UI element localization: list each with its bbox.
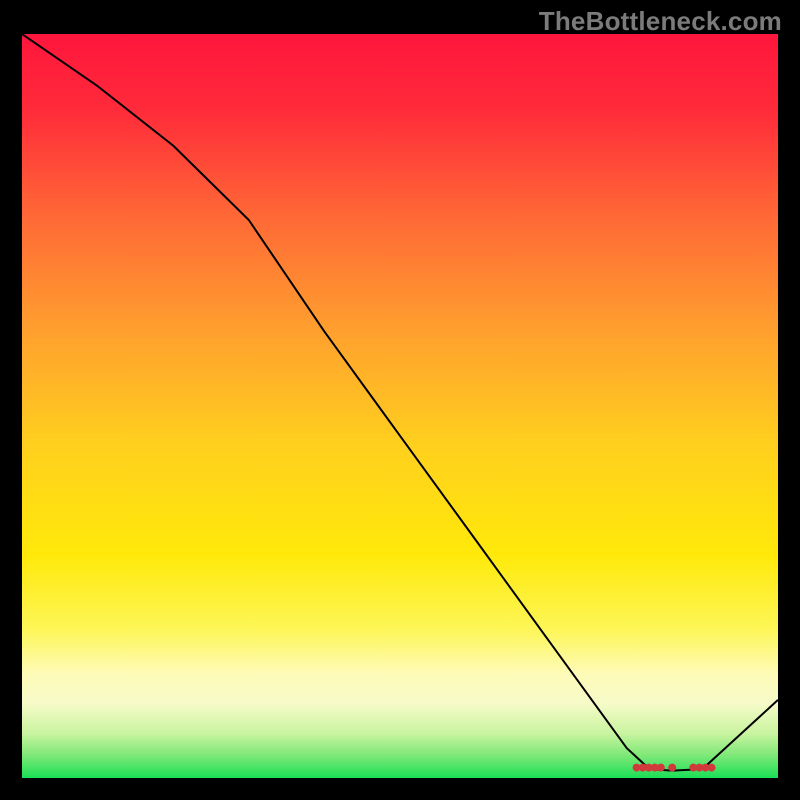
chart-svg xyxy=(22,34,778,778)
marker-dot xyxy=(668,764,676,772)
marker-dot xyxy=(708,764,716,772)
gradient-bg xyxy=(22,34,778,778)
chart-area xyxy=(22,34,778,778)
watermark-text: TheBottleneck.com xyxy=(539,6,782,37)
marker-dot xyxy=(657,764,665,772)
